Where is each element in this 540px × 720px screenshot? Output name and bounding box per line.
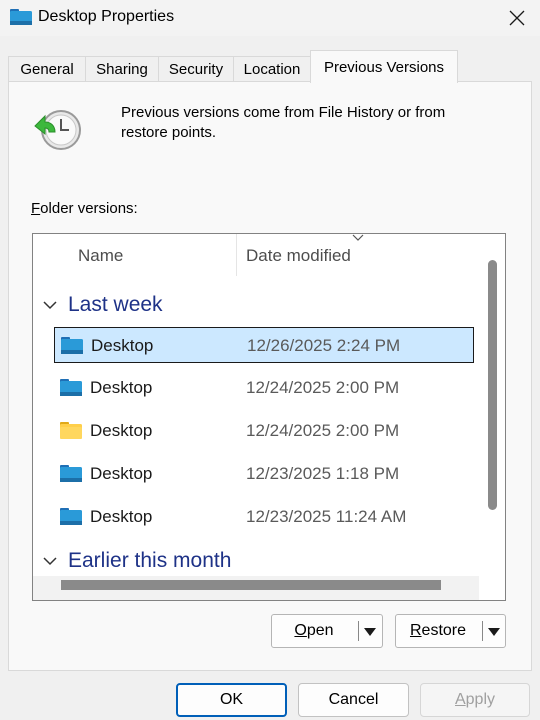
item-date: 12/24/2025 2:00 PM [246,421,400,440]
folder-versions-access-key: F [31,200,41,217]
desktop-folder-icon [60,379,82,396]
item-name: Desktop [91,336,154,355]
item-date: 12/24/2025 2:00 PM [246,378,400,397]
item-name: Desktop [90,507,153,526]
list-item[interactable]: Desktop 12/24/2025 2:00 PM [54,370,474,406]
previous-versions-panel: Previous versions come from File History… [8,81,532,671]
open-split-button[interactable]: Open [271,614,383,648]
folder-versions-label: Folder versions: [31,200,138,217]
item-date: 12/26/2025 2:24 PM [247,336,401,355]
column-header-date[interactable]: Date modified [246,234,351,278]
open-access-key: O [294,622,307,639]
apply-label-text: pply [465,691,496,708]
desktop-folder-icon [60,508,82,525]
chevron-down-icon [43,301,57,310]
folder-versions-label-text: older versions: [40,200,138,217]
versions-list[interactable]: Name Date modified Last week Desktop 12/… [32,233,506,601]
cancel-button[interactable]: Cancel [298,683,409,717]
desktop-folder-icon [60,465,82,482]
item-date: 12/23/2025 11:24 AM [246,507,407,526]
title-bar: Desktop Properties [0,0,540,36]
list-item[interactable]: Desktop 12/23/2025 1:18 PM [54,456,474,492]
open-button[interactable]: Open [272,615,356,647]
tab-previous-versions[interactable]: Previous Versions [310,50,458,83]
group-title: Earlier this month [68,549,232,572]
list-item[interactable]: Desktop 12/24/2025 2:00 PM [54,413,474,449]
item-name: Desktop [90,464,153,483]
restore-access-key: R [409,622,422,639]
group-header-last-week[interactable]: Last week [43,290,163,320]
scrollbar-thumb[interactable] [488,260,497,510]
apply-access-key: A [454,691,466,708]
tab-security[interactable]: Security [158,56,234,82]
restore-label-text: estore [421,622,467,639]
list-item[interactable]: Desktop 12/23/2025 11:24 AM [54,499,474,535]
info-text: Previous versions come from File History… [121,104,446,141]
column-separator[interactable] [236,234,237,276]
close-button[interactable] [494,0,540,36]
partially-visible-row [61,580,441,590]
restore-split-button[interactable]: Restore [395,614,506,648]
sort-down-icon [352,234,364,241]
desktop-folder-icon [10,9,32,25]
tab-location[interactable]: Location [233,56,311,82]
chevron-down-icon [43,557,57,566]
vertical-scrollbar[interactable] [479,234,505,600]
open-label-text: pen [306,622,334,639]
item-name: Desktop [90,378,153,397]
group-header-earlier-this-month[interactable]: Earlier this month [43,546,231,576]
tab-sharing[interactable]: Sharing [85,56,159,82]
group-title: Last week [68,293,163,316]
column-header-name[interactable]: Name [78,234,123,278]
window-title: Desktop Properties [38,8,175,25]
dropdown-arrow-icon[interactable] [486,627,502,637]
desktop-folder-icon [61,337,83,354]
apply-button[interactable]: Apply [420,683,530,717]
item-date: 12/23/2025 1:18 PM [246,464,400,483]
item-name: Desktop [90,421,153,440]
split-separator [358,621,359,641]
ok-button[interactable]: OK [176,683,287,717]
tab-general[interactable]: General [8,56,86,82]
split-separator [482,621,483,641]
close-icon [509,10,525,26]
list-item[interactable]: Desktop 12/26/2025 2:24 PM [54,327,474,363]
dropdown-arrow-icon[interactable] [362,627,378,637]
yellow-folder-icon [60,422,82,439]
restore-button[interactable]: Restore [396,615,480,647]
tab-strip: General Sharing Security Location Previo… [8,50,532,83]
history-clock-icon [34,110,81,150]
